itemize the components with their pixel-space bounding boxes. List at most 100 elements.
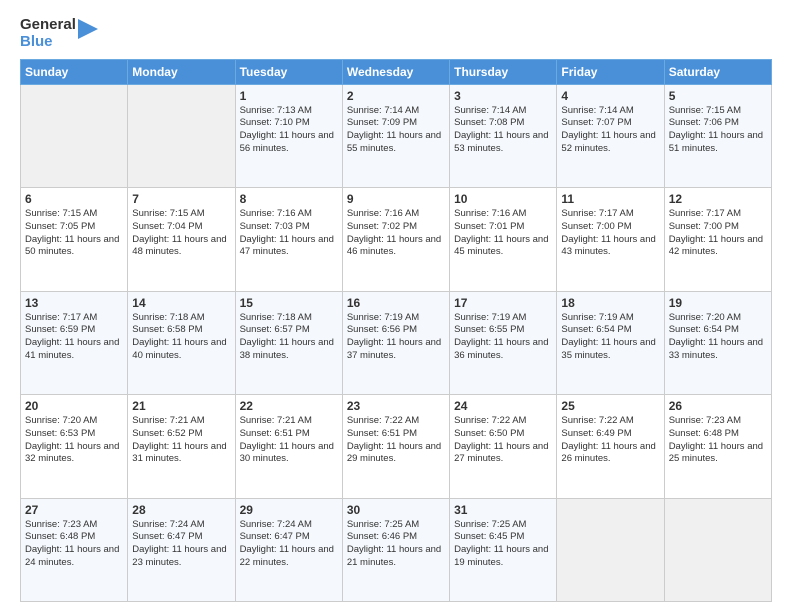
logo-general: General: [20, 16, 76, 33]
calendar-cell: 24 Sunrise: 7:22 AM Sunset: 6:50 PM Dayli…: [450, 395, 557, 499]
day-info: Sunrise: 7:16 AM Sunset: 7:01 PM Dayligh…: [454, 208, 552, 259]
day-info: Sunrise: 7:19 AM Sunset: 6:55 PM Dayligh…: [454, 312, 552, 363]
calendar-week-row: 6 Sunrise: 7:15 AM Sunset: 7:05 PM Daylig…: [21, 188, 772, 292]
weekday-header-thursday: Thursday: [450, 59, 557, 84]
calendar-cell: 6 Sunrise: 7:15 AM Sunset: 7:05 PM Daylig…: [21, 188, 128, 292]
day-info: Sunrise: 7:20 AM Sunset: 6:54 PM Dayligh…: [669, 312, 767, 363]
day-info: Sunrise: 7:16 AM Sunset: 7:02 PM Dayligh…: [347, 208, 445, 259]
day-number: 30: [347, 503, 445, 517]
day-info: Sunrise: 7:17 AM Sunset: 6:59 PM Dayligh…: [25, 312, 123, 363]
calendar-cell: 14 Sunrise: 7:18 AM Sunset: 6:58 PM Dayli…: [128, 291, 235, 395]
logo: General Blue: [20, 16, 98, 51]
calendar-cell: 23Sunrise: 7:22 AM Sunset: 6:51 PM Dayli…: [342, 395, 449, 499]
calendar-week-row: 1Sunrise: 7:13 AM Sunset: 7:10 PM Daylig…: [21, 84, 772, 188]
calendar-cell: 26 Sunrise: 7:23 AM Sunset: 6:48 PM Dayli…: [664, 395, 771, 499]
day-number: 9: [347, 192, 445, 206]
calendar-cell: 28Sunrise: 7:24 AM Sunset: 6:47 PM Dayli…: [128, 498, 235, 602]
day-number: 15: [240, 296, 338, 310]
day-number: 10: [454, 192, 552, 206]
logo-blue: Blue: [20, 33, 76, 50]
calendar-cell: 13 Sunrise: 7:17 AM Sunset: 6:59 PM Dayli…: [21, 291, 128, 395]
day-info: Sunrise: 7:18 AM Sunset: 6:58 PM Dayligh…: [132, 312, 230, 363]
day-number: 24: [454, 399, 552, 413]
day-info: Sunrise: 7:19 AM Sunset: 6:56 PM Dayligh…: [347, 312, 445, 363]
calendar-cell: 20Sunrise: 7:20 AM Sunset: 6:53 PM Dayli…: [21, 395, 128, 499]
calendar-cell: 9 Sunrise: 7:16 AM Sunset: 7:02 PM Daylig…: [342, 188, 449, 292]
calendar-cell: 17 Sunrise: 7:19 AM Sunset: 6:55 PM Dayli…: [450, 291, 557, 395]
day-info: Sunrise: 7:21 AM Sunset: 6:52 PM Dayligh…: [132, 415, 230, 466]
day-info: Sunrise: 7:19 AM Sunset: 6:54 PM Dayligh…: [561, 312, 659, 363]
header: General Blue: [20, 16, 772, 51]
calendar-cell: 3 Sunrise: 7:14 AM Sunset: 7:08 PM Daylig…: [450, 84, 557, 188]
calendar-week-row: 13 Sunrise: 7:17 AM Sunset: 6:59 PM Dayli…: [21, 291, 772, 395]
day-number: 14: [132, 296, 230, 310]
calendar-cell: 10 Sunrise: 7:16 AM Sunset: 7:01 PM Dayli…: [450, 188, 557, 292]
day-number: 5: [669, 89, 767, 103]
calendar-cell: 22 Sunrise: 7:21 AM Sunset: 6:51 PM Dayli…: [235, 395, 342, 499]
day-number: 21: [132, 399, 230, 413]
day-info: Sunrise: 7:24 AM Sunset: 6:47 PM Dayligh…: [240, 519, 338, 570]
calendar-cell: 16 Sunrise: 7:19 AM Sunset: 6:56 PM Dayli…: [342, 291, 449, 395]
calendar-cell: [557, 498, 664, 602]
day-number: 17: [454, 296, 552, 310]
calendar-cell: 18 Sunrise: 7:19 AM Sunset: 6:54 PM Dayli…: [557, 291, 664, 395]
calendar-cell: 21 Sunrise: 7:21 AM Sunset: 6:52 PM Dayli…: [128, 395, 235, 499]
calendar-cell: 2Sunrise: 7:14 AM Sunset: 7:09 PM Daylig…: [342, 84, 449, 188]
calendar-week-row: 20Sunrise: 7:20 AM Sunset: 6:53 PM Dayli…: [21, 395, 772, 499]
day-info: Sunrise: 7:18 AM Sunset: 6:57 PM Dayligh…: [240, 312, 338, 363]
day-info: Sunrise: 7:17 AM Sunset: 7:00 PM Dayligh…: [669, 208, 767, 259]
day-number: 4: [561, 89, 659, 103]
day-number: 31: [454, 503, 552, 517]
calendar-week-row: 27Sunrise: 7:23 AM Sunset: 6:48 PM Dayli…: [21, 498, 772, 602]
day-number: 29: [240, 503, 338, 517]
calendar-body: 1Sunrise: 7:13 AM Sunset: 7:10 PM Daylig…: [21, 84, 772, 602]
day-info: Sunrise: 7:17 AM Sunset: 7:00 PM Dayligh…: [561, 208, 659, 259]
calendar-cell: 31Sunrise: 7:25 AM Sunset: 6:45 PM Dayli…: [450, 498, 557, 602]
weekday-header-friday: Friday: [557, 59, 664, 84]
day-info: Sunrise: 7:14 AM Sunset: 7:07 PM Dayligh…: [561, 105, 659, 156]
day-number: 13: [25, 296, 123, 310]
calendar-cell: 30 Sunrise: 7:25 AM Sunset: 6:46 PM Dayli…: [342, 498, 449, 602]
day-number: 22: [240, 399, 338, 413]
page: General Blue SundayMondayTuesdayWednesda…: [0, 0, 792, 612]
calendar-cell: 5 Sunrise: 7:15 AM Sunset: 7:06 PM Daylig…: [664, 84, 771, 188]
calendar-cell: [21, 84, 128, 188]
day-number: 23: [347, 399, 445, 413]
day-number: 26: [669, 399, 767, 413]
day-info: Sunrise: 7:21 AM Sunset: 6:51 PM Dayligh…: [240, 415, 338, 466]
day-number: 8: [240, 192, 338, 206]
day-info: Sunrise: 7:24 AM Sunset: 6:47 PM Dayligh…: [132, 519, 230, 570]
day-number: 6: [25, 192, 123, 206]
weekday-header-sunday: Sunday: [21, 59, 128, 84]
day-info: Sunrise: 7:23 AM Sunset: 6:48 PM Dayligh…: [669, 415, 767, 466]
day-info: Sunrise: 7:15 AM Sunset: 7:06 PM Dayligh…: [669, 105, 767, 156]
weekday-header-tuesday: Tuesday: [235, 59, 342, 84]
day-info: Sunrise: 7:16 AM Sunset: 7:03 PM Dayligh…: [240, 208, 338, 259]
weekday-header-monday: Monday: [128, 59, 235, 84]
day-info: Sunrise: 7:22 AM Sunset: 6:49 PM Dayligh…: [561, 415, 659, 466]
calendar-cell: 4 Sunrise: 7:14 AM Sunset: 7:07 PM Daylig…: [557, 84, 664, 188]
logo-wordmark: General Blue: [20, 16, 98, 51]
day-info: Sunrise: 7:14 AM Sunset: 7:09 PM Dayligh…: [347, 105, 445, 156]
day-info: Sunrise: 7:14 AM Sunset: 7:08 PM Dayligh…: [454, 105, 552, 156]
day-number: 25: [561, 399, 659, 413]
day-info: Sunrise: 7:20 AM Sunset: 6:53 PM Dayligh…: [25, 415, 123, 466]
calendar-cell: 12Sunrise: 7:17 AM Sunset: 7:00 PM Dayli…: [664, 188, 771, 292]
calendar-cell: 11Sunrise: 7:17 AM Sunset: 7:00 PM Dayli…: [557, 188, 664, 292]
day-number: 3: [454, 89, 552, 103]
calendar-table: SundayMondayTuesdayWednesdayThursdayFrid…: [20, 59, 772, 603]
day-number: 18: [561, 296, 659, 310]
calendar-cell: 25 Sunrise: 7:22 AM Sunset: 6:49 PM Dayli…: [557, 395, 664, 499]
day-info: Sunrise: 7:15 AM Sunset: 7:05 PM Dayligh…: [25, 208, 123, 259]
day-info: Sunrise: 7:25 AM Sunset: 6:46 PM Dayligh…: [347, 519, 445, 570]
logo-triangle-icon: [78, 19, 98, 47]
calendar-cell: 1Sunrise: 7:13 AM Sunset: 7:10 PM Daylig…: [235, 84, 342, 188]
day-number: 7: [132, 192, 230, 206]
calendar-cell: 29 Sunrise: 7:24 AM Sunset: 6:47 PM Dayli…: [235, 498, 342, 602]
calendar-cell: 7Sunrise: 7:15 AM Sunset: 7:04 PM Daylig…: [128, 188, 235, 292]
day-info: Sunrise: 7:22 AM Sunset: 6:50 PM Dayligh…: [454, 415, 552, 466]
weekday-header-wednesday: Wednesday: [342, 59, 449, 84]
day-number: 16: [347, 296, 445, 310]
calendar-cell: 27Sunrise: 7:23 AM Sunset: 6:48 PM Dayli…: [21, 498, 128, 602]
calendar-cell: [128, 84, 235, 188]
